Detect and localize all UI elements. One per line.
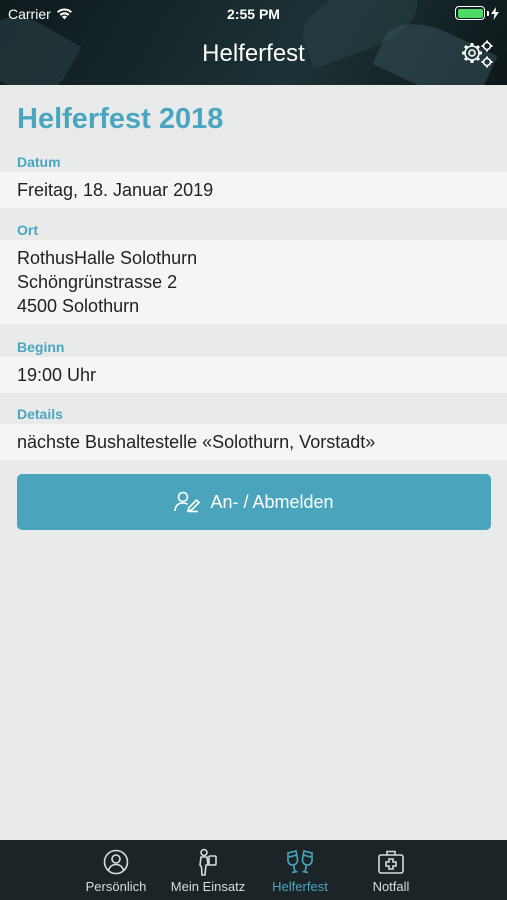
tab-mein-einsatz[interactable]: Mein Einsatz <box>163 840 253 900</box>
worker-icon <box>199 848 217 876</box>
event-title: Helferfest 2018 <box>17 103 224 135</box>
details-label: Details <box>17 406 63 422</box>
start-label: Beginn <box>17 339 65 355</box>
event-detail-content: Helferfest 2018 Datum Freitag, 18. Janua… <box>0 85 507 840</box>
tab-label: Notfall <box>372 879 410 894</box>
page-title: Helferfest <box>202 40 305 67</box>
date-value: Freitag, 18. Januar 2019 <box>0 172 507 208</box>
first-aid-icon <box>378 850 404 874</box>
status-bar: Carrier 2:55 PM <box>0 0 507 28</box>
register-button[interactable]: An- / Abmelden <box>17 474 491 530</box>
tab-notfall[interactable]: Notfall <box>351 840 431 900</box>
charging-bolt-icon <box>491 6 499 20</box>
tab-bar: Persönlich Mein Einsatz Helferfest Notfa… <box>0 840 507 900</box>
battery-icon <box>455 6 499 20</box>
place-label: Ort <box>17 222 38 238</box>
tab-label: Persönlich <box>85 879 147 894</box>
place-line-street: Schöngrünstrasse 2 <box>17 272 178 292</box>
register-button-label: An- / Abmelden <box>210 491 334 512</box>
date-label: Datum <box>17 154 61 170</box>
settings-gears-icon[interactable] <box>459 38 495 70</box>
place-line-city: 4500 Solothurn <box>17 296 140 316</box>
start-value: 19:00 Uhr <box>0 357 507 393</box>
place-value: RothusHalle Solothurn Schöngrünstrasse 2… <box>0 240 507 324</box>
status-time: 2:55 PM <box>227 6 280 22</box>
tab-persoenlich[interactable]: Persönlich <box>76 840 156 900</box>
app-header: Carrier 2:55 PM Helferfest <box>0 0 507 85</box>
details-value: nächste Bushaltestelle «Solothurn, Vorst… <box>0 424 507 460</box>
person-circle-icon <box>103 849 129 875</box>
tab-label: Mein Einsatz <box>170 879 246 894</box>
user-edit-icon <box>174 491 201 513</box>
place-line-name: RothusHalle Solothurn <box>17 248 198 268</box>
toast-glasses-icon <box>287 850 313 874</box>
tab-label: Helferfest <box>272 879 328 894</box>
tab-helferfest[interactable]: Helferfest <box>260 840 340 900</box>
